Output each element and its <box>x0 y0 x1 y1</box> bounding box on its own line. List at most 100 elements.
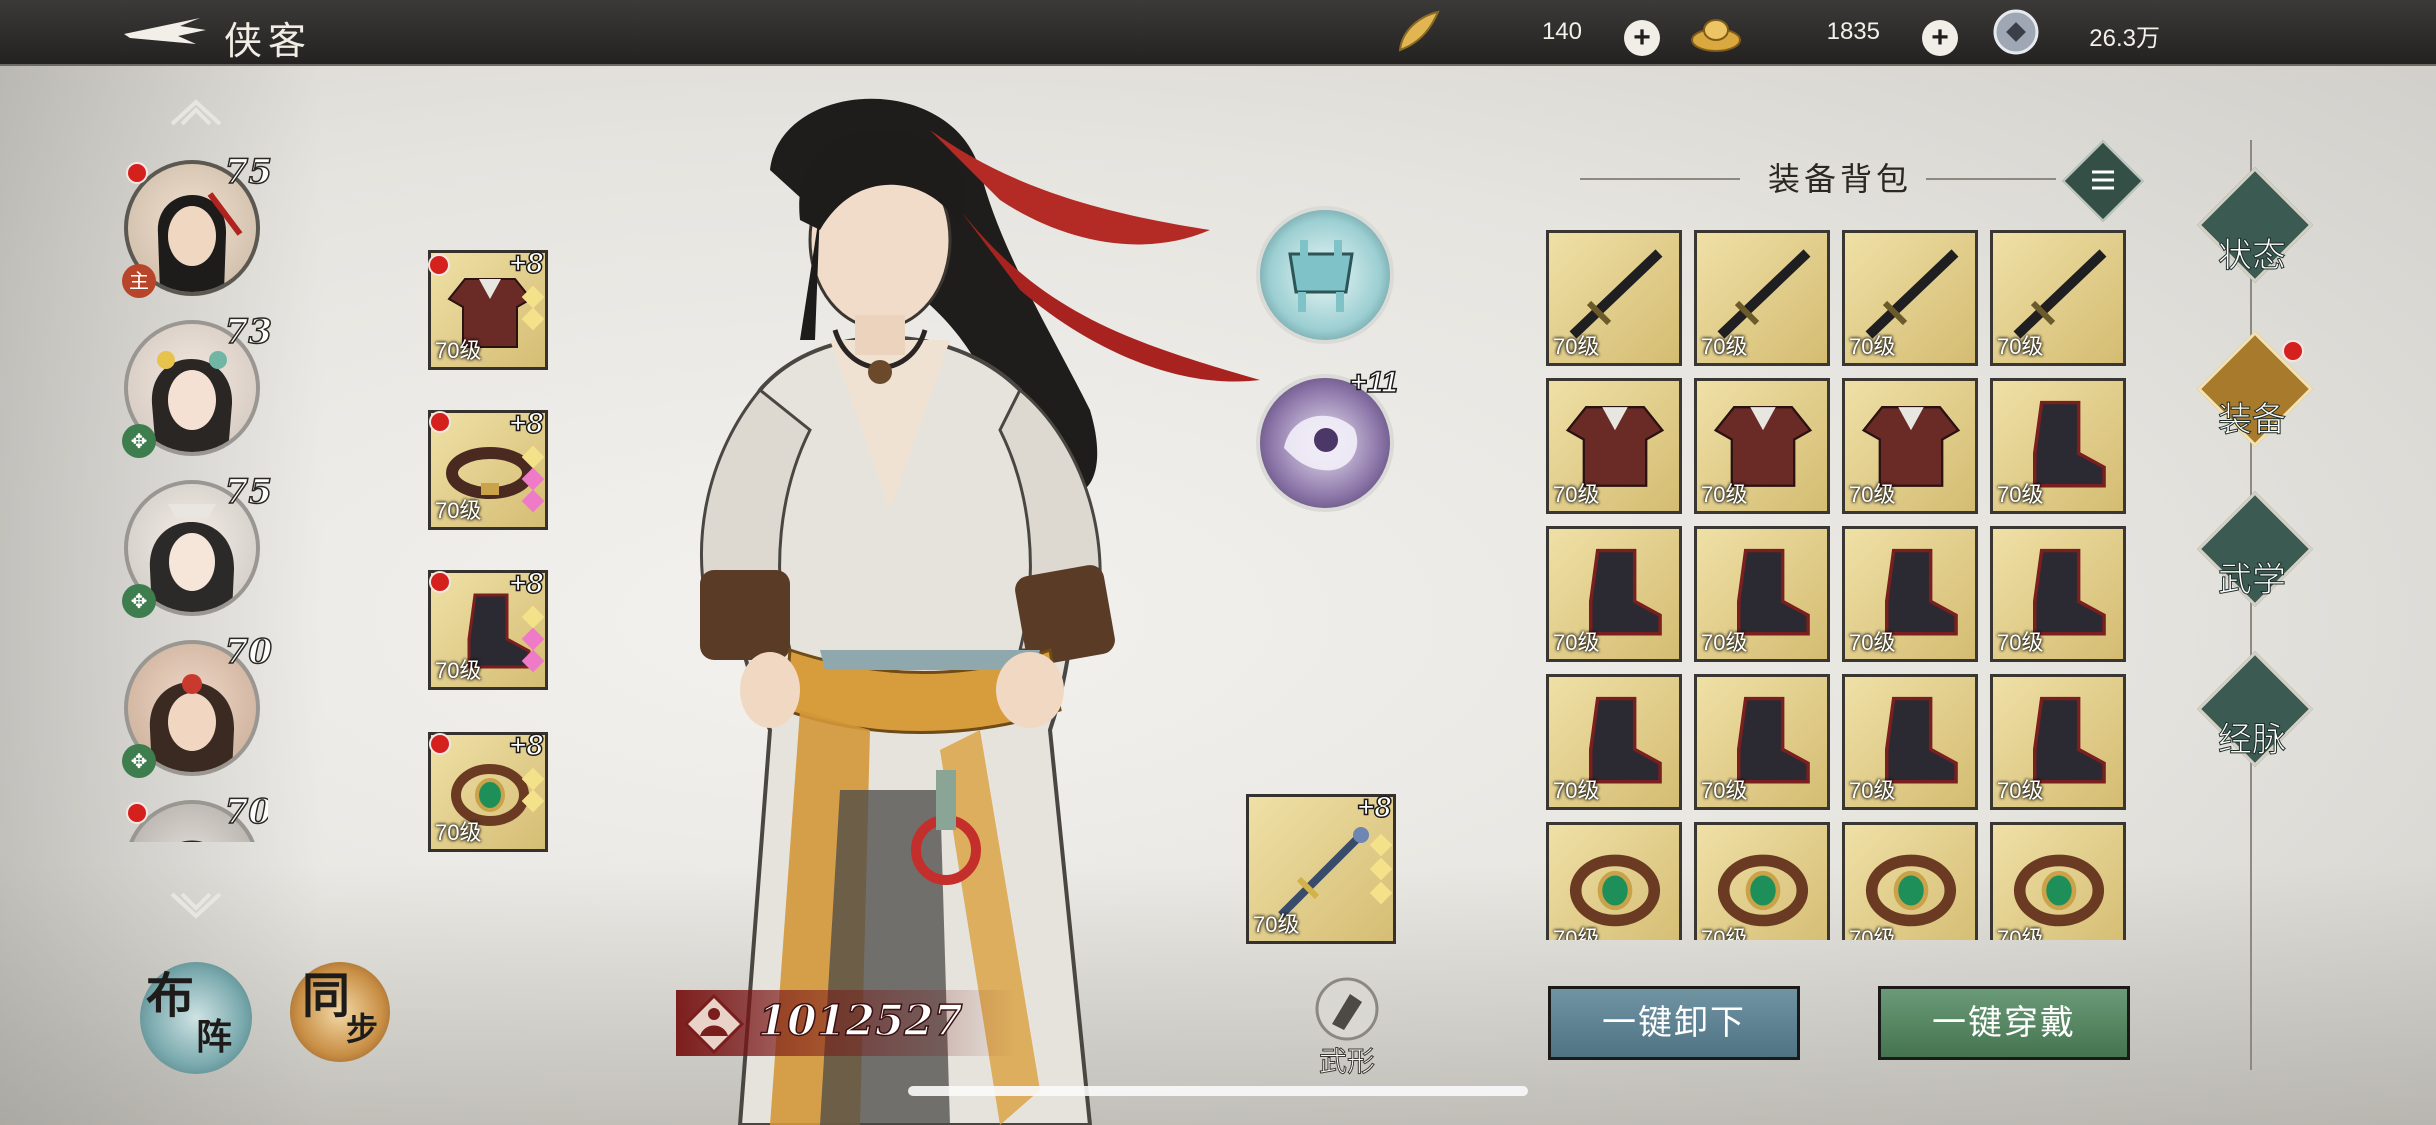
item-level: 70级 <box>1253 912 1300 937</box>
combat-power-value: 1012527 <box>757 995 963 1046</box>
belt-slot[interactable]: +8 70级 <box>428 406 548 530</box>
unequip-all-button[interactable]: 一键卸下 <box>1548 986 1800 1060</box>
bag-item[interactable]: 70级 <box>1842 674 1978 810</box>
bag-item[interactable]: 70级 <box>1694 526 1830 662</box>
bag-item[interactable]: 70级 <box>1990 378 2126 514</box>
item-level: 70级 <box>1997 630 2044 655</box>
bag-item[interactable]: 70级 <box>1546 378 1682 514</box>
bag-item[interactable]: 70级 <box>1546 230 1682 366</box>
bag-item[interactable]: 70级 <box>1842 230 1978 366</box>
bag-item[interactable]: 70级 <box>1990 526 2126 662</box>
item-level: 70级 <box>1701 630 1748 655</box>
bag-item[interactable]: 70级 <box>1694 230 1830 366</box>
sync-label: 步 <box>346 1010 379 1048</box>
item-level: 70级 <box>1701 926 1748 940</box>
nav-meridians[interactable]: 经脉 <box>2196 650 2313 767</box>
nav-equipment[interactable]: 装备 <box>2196 330 2313 447</box>
currency-coin: 26.3万 <box>1990 8 2320 56</box>
item-level: 70级 <box>1701 482 1748 507</box>
filter-button[interactable] <box>2061 139 2145 223</box>
nav-status[interactable]: 状态 <box>2196 166 2313 283</box>
back-arrow-icon[interactable] <box>120 12 210 52</box>
hero-slot[interactable]: 70 <box>120 792 268 842</box>
hero-level: 75 <box>224 151 273 193</box>
top-bar: 侠客 140 + 1835 + 26.3万 <box>0 0 2436 66</box>
add-currency-button[interactable]: + <box>1922 20 1958 56</box>
item-level: 70级 <box>1553 926 1600 940</box>
martial-form-button[interactable]: 武形 <box>1304 974 1390 1079</box>
divider <box>1580 178 1740 180</box>
boots-slot[interactable]: +8 70级 <box>428 566 548 690</box>
item-level: 70级 <box>1849 926 1896 940</box>
item-level: 70级 <box>1849 778 1896 803</box>
weapon-slot[interactable]: +8 70级 <box>1246 790 1396 944</box>
sync-button[interactable]: 同 步 <box>290 962 390 1062</box>
scroll-up-icon[interactable] <box>168 98 224 128</box>
hero-tag-icon: ✥ <box>122 584 156 618</box>
treasure-beast-badge[interactable]: +11 <box>1256 365 1399 512</box>
nav-martial-arts[interactable]: 武学 <box>2196 490 2313 607</box>
hero-tag-icon: ✥ <box>122 744 156 778</box>
item-level: 70级 <box>1701 778 1748 803</box>
item-level: 70级 <box>1553 630 1600 655</box>
equip-all-button[interactable]: 一键穿戴 <box>1878 986 2130 1060</box>
notification-dot <box>126 162 148 184</box>
nav-label: 武学 <box>2218 560 2287 601</box>
item-level: 70级 <box>1701 334 1748 359</box>
page-title: 侠客 <box>224 19 313 63</box>
formation-label: 布 <box>146 968 195 1024</box>
hero-slot[interactable]: 75 ✥ <box>120 471 273 622</box>
treasure-cauldron-badge[interactable] <box>1256 206 1394 344</box>
currency-value: 26.3万 <box>2089 25 2160 52</box>
bag-item[interactable]: 70级 <box>1842 378 1978 514</box>
notification-dot <box>429 411 451 433</box>
item-level: 70级 <box>1849 630 1896 655</box>
item-level: 70级 <box>1553 334 1600 359</box>
bag-item[interactable]: 70级 <box>1546 526 1682 662</box>
bag-item[interactable]: 70级 <box>1694 822 1830 940</box>
add-currency-button[interactable]: + <box>1624 20 1660 56</box>
item-level: 70级 <box>1997 778 2044 803</box>
hero-level: 75 <box>224 471 273 513</box>
bag-item[interactable]: 70级 <box>1842 822 1978 940</box>
item-level: 70级 <box>1997 482 2044 507</box>
hero-slot[interactable]: 70 ✥ <box>120 631 273 782</box>
bag-item[interactable]: 70级 <box>1990 674 2126 810</box>
item-level: 70级 <box>435 338 482 363</box>
item-level: 70级 <box>1997 334 2044 359</box>
item-level: 70级 <box>1849 482 1896 507</box>
martial-form-icon <box>1315 977 1379 1041</box>
nav-label: 装备 <box>2218 400 2287 441</box>
notification-dot <box>428 254 450 276</box>
bag-item[interactable]: 70级 <box>1694 378 1830 514</box>
enhance-level: +8 <box>508 406 544 441</box>
scroll-down-icon[interactable] <box>168 890 224 920</box>
sync-label: 同 <box>302 968 351 1024</box>
hero-slot[interactable]: 75 主 <box>120 151 273 302</box>
hero-tag: 主 <box>122 264 156 298</box>
bag-item[interactable]: 70级 <box>1546 822 1682 940</box>
enhance-level: +8 <box>508 566 544 601</box>
notification-dot <box>429 571 451 593</box>
hero-slot[interactable]: 73 ✥ <box>120 311 273 462</box>
enhance-level: +8 <box>508 728 544 763</box>
notification-dot <box>429 733 451 755</box>
combat-power: 1012527 <box>676 990 1016 1056</box>
item-level: 70级 <box>1997 926 2044 940</box>
bag-item[interactable]: 70级 <box>1990 822 2126 940</box>
hero-level: 73 <box>224 311 273 353</box>
enhance-level: +8 <box>508 246 544 281</box>
bag-item[interactable]: 70级 <box>1546 674 1682 810</box>
bag-item[interactable]: 70级 <box>1694 674 1830 810</box>
currency-value: 140 <box>1541 18 1582 45</box>
bag-grid: 70级 70级 70级 70级 70级 70级 70级 70级 70级 70级 70级 70级 70级 7… <box>1546 230 2132 940</box>
martial-form-label: 武形 <box>1318 1045 1375 1079</box>
formation-button[interactable]: 布 阵 <box>140 962 252 1074</box>
item-level: 70级 <box>1553 778 1600 803</box>
bag-item[interactable]: 70级 <box>1990 230 2126 366</box>
ring-slot[interactable]: +8 70级 <box>428 728 548 852</box>
notification-dot <box>126 802 148 824</box>
divider <box>1926 178 2056 180</box>
currency-ingot: 1835 + <box>1690 8 2020 56</box>
bag-item[interactable]: 70级 <box>1842 526 1978 662</box>
